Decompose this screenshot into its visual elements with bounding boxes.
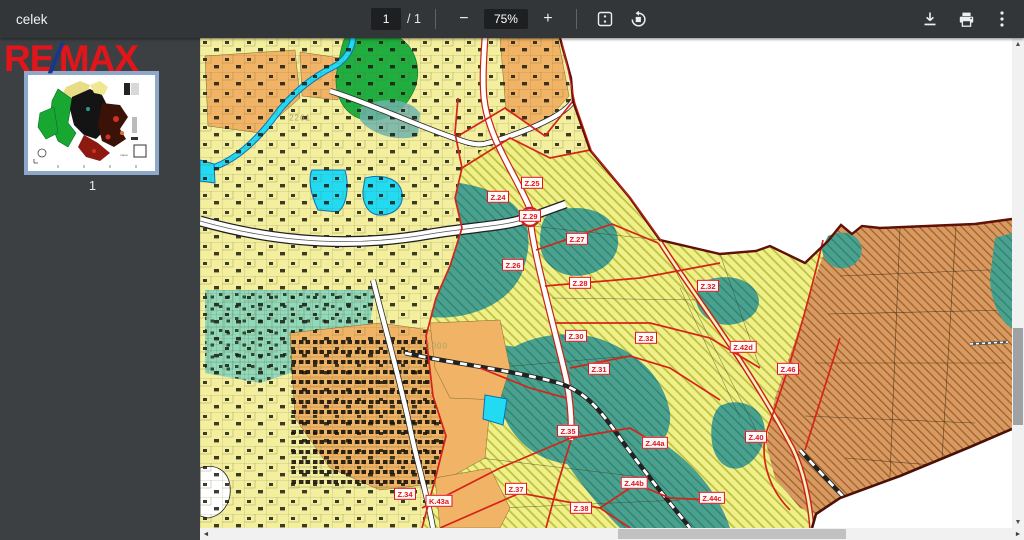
rotate-button[interactable] [625,5,653,33]
download-button[interactable] [916,5,944,33]
pdf-page: Z.24Z.25Z.29Z.27Z.26Z.28Z.32Z.30Z.32Z.31… [200,38,1012,528]
horizontal-scrollbar-thumb[interactable] [618,529,846,539]
fit-to-page-button[interactable] [591,5,619,33]
zoom-in-button[interactable]: + [534,5,562,33]
rotate-counterclockwise-icon [630,11,647,28]
vertical-scrollbar[interactable]: ▲ ▼ [1012,38,1024,528]
more-vertical-icon [1000,11,1004,27]
toolbar-right [916,0,1016,38]
thumbnail-page-number: 1 [0,178,185,193]
zoning-map [200,38,1012,528]
thumbnail-map-image: mapa [28,75,155,171]
page-number-input[interactable] [371,8,401,30]
toolbar-separator [576,9,577,29]
toolbar-center: / 1 − 75% + [0,0,1024,38]
horizontal-scrollbar[interactable]: ◄ ► [200,528,1024,540]
pdf-viewer-window: celek / 1 − 75% + [0,0,1024,540]
scroll-down-arrow[interactable]: ▼ [1012,516,1024,528]
thumbnail-panel: mapa 1 [0,38,200,540]
scroll-right-arrow[interactable]: ► [1012,528,1024,540]
fit-to-page-icon [597,11,613,27]
print-button[interactable] [952,5,980,33]
remax-logo-max: MAX [59,38,138,79]
page-thumbnail[interactable]: mapa [28,75,155,171]
zoom-out-button[interactable]: − [450,5,478,33]
toolbar: celek / 1 − 75% + [0,0,1024,38]
zoom-level-display: 75% [484,9,528,29]
remax-logo: RE/MAX [4,40,138,77]
more-options-button[interactable] [988,5,1016,33]
print-icon [958,11,975,28]
svg-text:mapa: mapa [120,153,128,157]
scroll-up-arrow[interactable]: ▲ [1012,38,1024,50]
toolbar-separator [435,9,436,29]
scroll-left-arrow[interactable]: ◄ [200,528,212,540]
download-icon [922,11,938,27]
page-count-label: / 1 [407,12,421,26]
vertical-scrollbar-thumb[interactable] [1013,328,1023,425]
remax-logo-re: RE [4,38,53,79]
